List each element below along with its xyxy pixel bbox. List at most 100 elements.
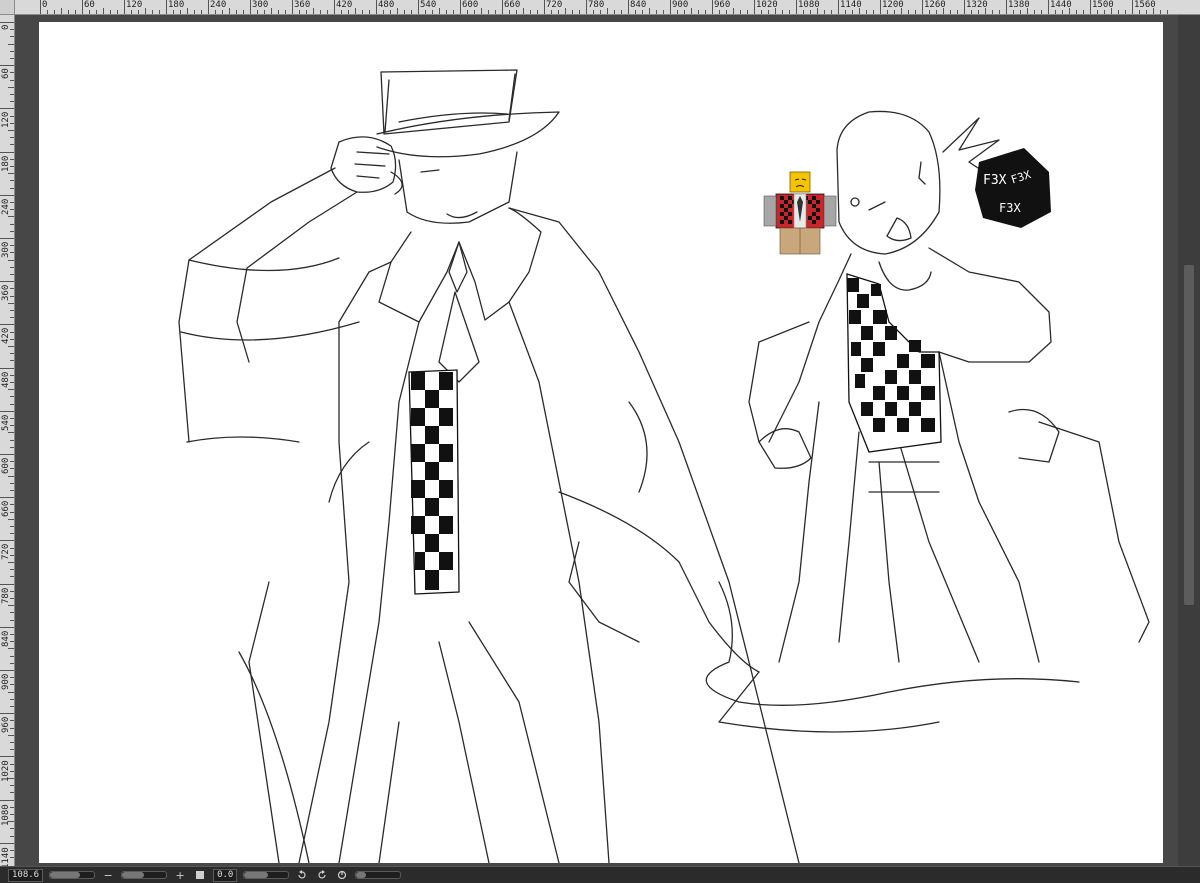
ruler-top-minor-tick bbox=[1097, 10, 1098, 14]
ruler-left-minor-tick bbox=[10, 662, 14, 664]
ruler-top-minor-tick bbox=[579, 10, 580, 14]
ruler-top-minor-tick bbox=[229, 8, 230, 14]
ruler-top-minor-tick bbox=[691, 8, 692, 14]
rotation-slider[interactable] bbox=[243, 871, 290, 879]
ruler-top-minor-tick bbox=[271, 8, 272, 14]
rotate-right-button[interactable] bbox=[315, 869, 329, 881]
ruler-top-minor-tick bbox=[264, 10, 265, 14]
ruler-top-major-tick bbox=[1132, 0, 1133, 14]
ruler-left-minor-tick bbox=[10, 749, 14, 751]
zoom-out-button[interactable]: − bbox=[101, 869, 115, 881]
ruler-left-major-tick bbox=[0, 497, 14, 499]
ruler-left-minor-tick bbox=[10, 576, 14, 578]
ruler-top-minor-tick bbox=[180, 10, 181, 14]
ruler-top-major-tick bbox=[796, 0, 797, 14]
ruler-top-label: 1140 bbox=[840, 0, 862, 10]
ruler-top-label: 540 bbox=[420, 0, 437, 10]
ruler-left-minor-tick bbox=[10, 101, 14, 103]
ruler-left-label: 300 bbox=[1, 241, 11, 258]
ruler-top-label: 0 bbox=[42, 0, 48, 10]
zoom-in-button[interactable]: + bbox=[173, 869, 187, 881]
zoom-step-slider[interactable] bbox=[121, 871, 168, 879]
ruler-top-major-tick bbox=[628, 0, 629, 14]
ruler-left-minor-tick bbox=[8, 605, 14, 607]
ruler-left-minor-tick bbox=[10, 526, 14, 527]
ruler-top-label: 1440 bbox=[1050, 0, 1072, 10]
ruler-top-minor-tick bbox=[929, 10, 930, 14]
ruler-top-minor-tick bbox=[362, 10, 363, 14]
ruler-top-minor-tick bbox=[614, 10, 615, 14]
ruler-left-minor-tick bbox=[10, 490, 14, 491]
ruler-left-label: 60 bbox=[1, 68, 11, 80]
ruler-top-minor-tick bbox=[1034, 10, 1035, 14]
ruler-top-minor-tick bbox=[719, 10, 720, 14]
ruler-top-major-tick bbox=[208, 0, 209, 14]
ruler-top-minor-tick bbox=[593, 10, 594, 14]
ruler-top-minor-tick bbox=[383, 10, 384, 14]
rotate-right-icon bbox=[318, 870, 326, 879]
zoom-value-field[interactable]: 108.6 bbox=[8, 868, 44, 882]
ruler-top-minor-tick bbox=[803, 10, 804, 14]
ruler-left-label: 420 bbox=[1, 328, 11, 345]
ruler-left-major-tick bbox=[0, 324, 14, 326]
ruler-top-minor-tick bbox=[621, 10, 622, 14]
ruler-left-major-tick bbox=[0, 22, 14, 23]
ruler-top-minor-tick bbox=[89, 10, 90, 14]
vertical-scroll-thumb[interactable] bbox=[1184, 265, 1194, 605]
reset-rotation-button[interactable] bbox=[335, 869, 349, 881]
ruler-left-minor-tick bbox=[10, 360, 14, 362]
ruler-left-minor-tick bbox=[8, 173, 14, 175]
ruler-top-minor-tick bbox=[131, 10, 132, 14]
ruler-left-minor-tick bbox=[10, 403, 14, 405]
ruler-top-label: 60 bbox=[84, 0, 95, 10]
ruler-top-label: 660 bbox=[504, 0, 521, 10]
ruler-top-minor-tick bbox=[866, 10, 867, 14]
drawing-canvas[interactable]: F3X F3X F3X bbox=[39, 22, 1163, 863]
fit-view-button[interactable] bbox=[193, 869, 207, 881]
ruler-top-minor-tick bbox=[978, 10, 979, 14]
ruler-top-major-tick bbox=[166, 0, 167, 14]
ruler-top-major-tick bbox=[880, 0, 881, 14]
ruler-left-major-tick bbox=[0, 65, 14, 67]
ruler-top-minor-tick bbox=[999, 10, 1000, 14]
ruler-left-minor-tick bbox=[10, 742, 14, 743]
ruler-left-minor-tick bbox=[10, 533, 14, 535]
rotate-left-button[interactable] bbox=[295, 869, 309, 881]
ruler-top-minor-tick bbox=[474, 10, 475, 14]
ruler-left-minor-tick bbox=[10, 223, 14, 225]
ruler-left-label: 0 bbox=[1, 24, 11, 30]
ruler-top-major-tick bbox=[922, 0, 923, 14]
ruler-left-minor-tick bbox=[8, 734, 14, 736]
ruler-top-minor-tick bbox=[684, 10, 685, 14]
ruler-top-label: 840 bbox=[630, 0, 647, 10]
sketch-artwork: F3X F3X F3X bbox=[178, 69, 1150, 863]
ruler-top-label: 180 bbox=[168, 0, 185, 10]
ruler-top-label: 1560 bbox=[1134, 0, 1156, 10]
ruler-top-minor-tick bbox=[355, 8, 356, 14]
ruler-top-major-tick bbox=[964, 0, 965, 14]
ruler-top-minor-tick bbox=[887, 10, 888, 14]
ruler-top-minor-tick bbox=[173, 10, 174, 14]
ruler-top-minor-tick bbox=[936, 10, 937, 14]
ruler-left-label: 900 bbox=[1, 673, 11, 690]
ruler-left-minor-tick bbox=[8, 259, 14, 261]
ruler-left-minor-tick bbox=[8, 518, 14, 520]
ruler-top-minor-tick bbox=[145, 8, 146, 14]
left-figure-arm bbox=[178, 167, 360, 443]
ruler-left-minor-tick bbox=[10, 310, 14, 311]
ruler-top-minor-tick bbox=[768, 10, 769, 14]
ruler-left-label: 1080 bbox=[1, 803, 11, 826]
ruler-top-minor-tick bbox=[523, 8, 524, 14]
flip-slider[interactable] bbox=[355, 871, 402, 879]
ruler-top-minor-tick bbox=[572, 10, 573, 14]
ruler-top-minor-tick bbox=[201, 10, 202, 14]
ruler-left-minor-tick bbox=[10, 698, 14, 700]
rotation-angle-field[interactable]: 0.0 bbox=[213, 868, 238, 882]
vertical-scrollbar[interactable] bbox=[1178, 15, 1200, 866]
zoom-slider[interactable] bbox=[49, 871, 96, 879]
ruler-top-minor-tick bbox=[747, 10, 748, 14]
ruler-top-minor-tick bbox=[852, 10, 853, 14]
ruler-top-label: 1380 bbox=[1008, 0, 1030, 10]
ruler-top-minor-tick bbox=[222, 10, 223, 14]
ruler-top-minor-tick bbox=[1118, 10, 1119, 14]
